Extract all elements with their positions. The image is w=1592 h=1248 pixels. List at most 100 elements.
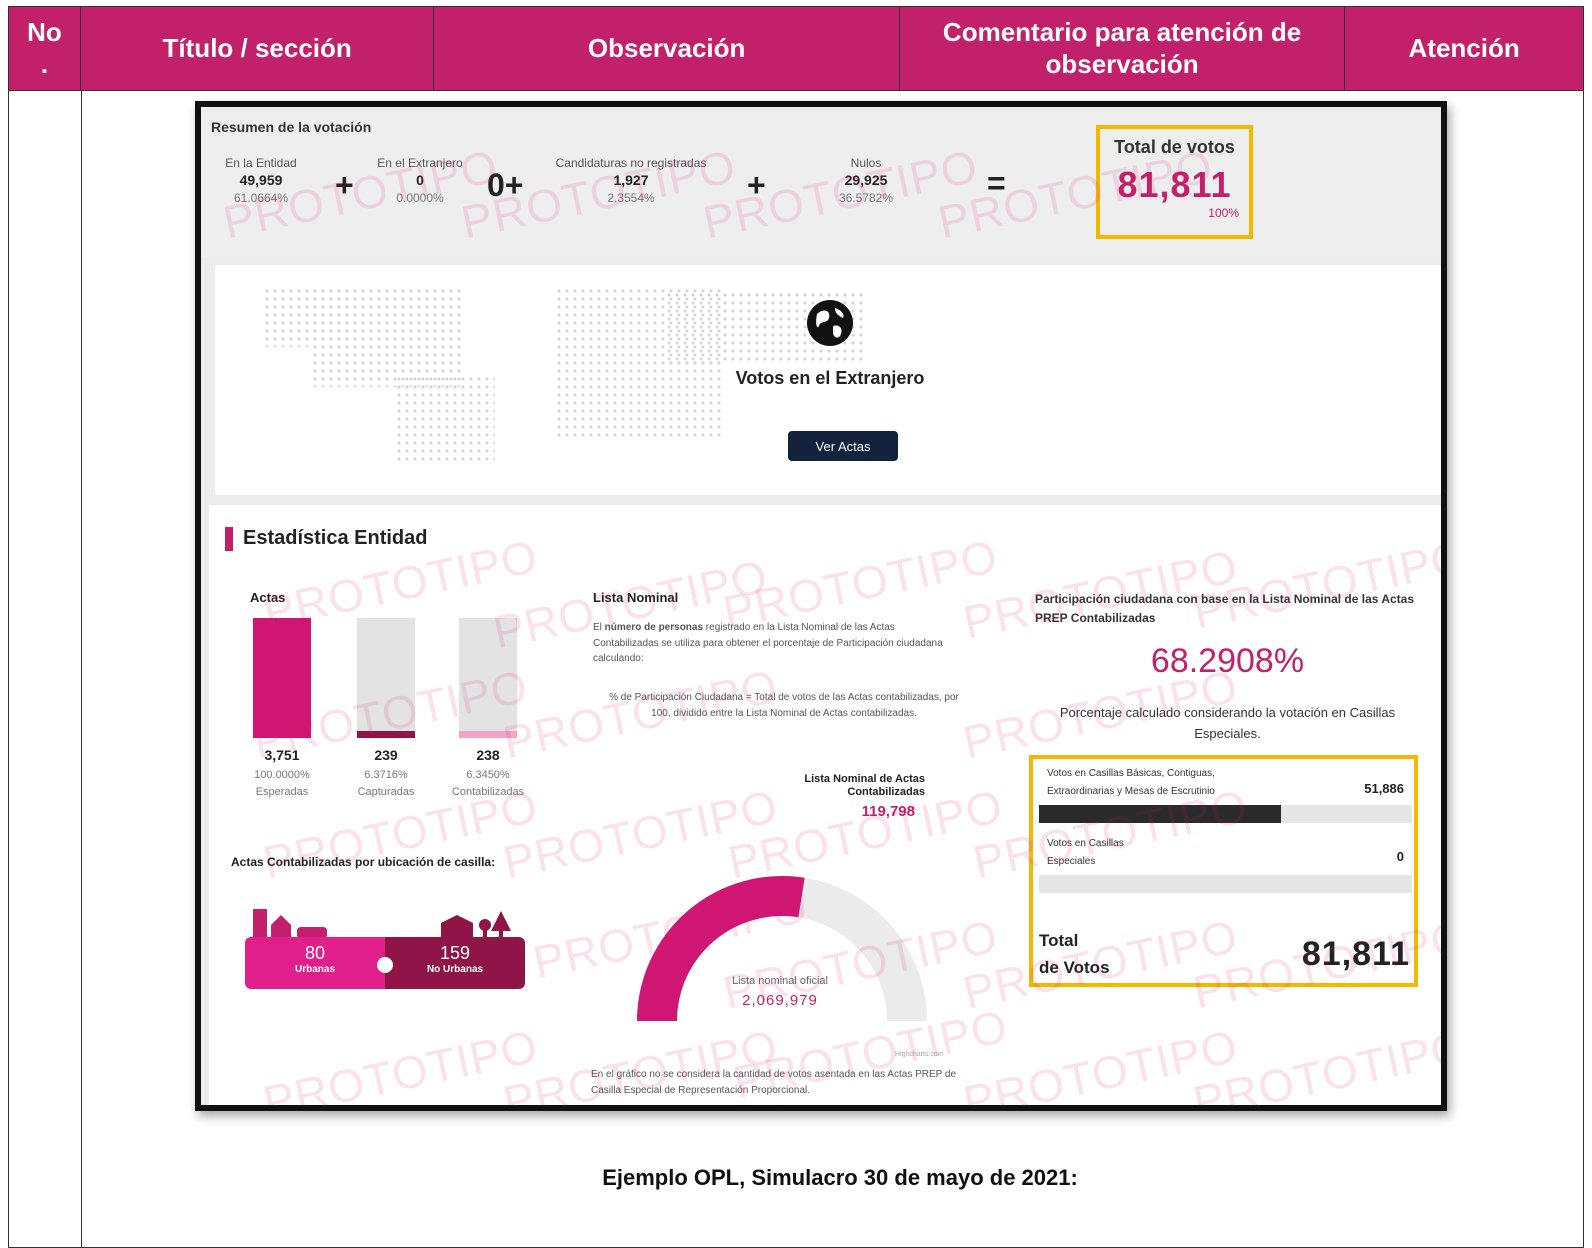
estadistica-entidad-panel: Estadística Entidad Actas 3,751 100.0000%…	[209, 505, 1441, 1105]
resumen-extranjero-pct: 0.0000%	[396, 191, 444, 206]
equals-icon: =	[987, 165, 1006, 201]
actas-bar-name: Capturadas	[357, 785, 415, 798]
actas-bar-label: 238 6.3450% Contabilizadas	[438, 745, 538, 801]
total-votos-label: Total de votos	[1114, 137, 1235, 157]
table-header-row: No . Título / sección Observación Coment…	[9, 7, 1583, 91]
lista-contabilizadas-label: Lista Nominal de Actas Contabilizadas	[804, 773, 925, 799]
resumen-votacion-panel: Resumen de la votación En la Entidad 49,…	[201, 107, 1441, 257]
votos-casillas-highlight: Votos en Casillas Básicas, Contiguas, Ex…	[1029, 755, 1418, 987]
column-divider	[81, 91, 82, 1248]
participacion-pct: 68.2908%	[1150, 642, 1305, 680]
participacion-formula: % de Participación Ciudadana = Total de …	[609, 692, 959, 719]
plus-icon: +	[747, 167, 766, 203]
total-votos-value: 81,811	[1117, 164, 1232, 205]
participacion-title: Participación ciudadana con base en la L…	[1035, 592, 1415, 625]
resumen-entidad: En la Entidad 49,959 61.0664%	[211, 155, 311, 206]
actas-bar-value: 3,751	[264, 747, 300, 763]
resumen-no-registradas-pct: 2.3554%	[607, 191, 655, 206]
votos-extranjero-panel: Votos en el Extranjero Ver Actas	[215, 265, 1441, 495]
lista-nominal-note: En el gráfico no se considera la cantida…	[591, 1069, 957, 1096]
urbanas-value: 80	[304, 943, 326, 963]
participacion-note: Porcentaje calculado considerando la vot…	[1059, 705, 1396, 741]
lista-nominal-description: El número de personas registrado en la L…	[593, 620, 963, 667]
total-votos-highlight: Total de votos 81,811 100%	[1096, 125, 1253, 239]
no-urbanas-value: 159	[439, 943, 471, 963]
actas-bar-fill	[253, 618, 311, 738]
no-urbanas-label: No Urbanas	[426, 964, 484, 975]
especiales-label: Votos en Casillas Especiales	[1047, 838, 1124, 867]
extranjero-title: Votos en el Extranjero	[735, 368, 925, 388]
basicas-progress	[1039, 805, 1412, 823]
especiales-progress	[1039, 875, 1412, 893]
total-votos-block-label: Total de Votos	[1039, 927, 1110, 981]
actas-label: Actas	[250, 590, 286, 605]
figure-caption: Ejemplo OPL, Simulacro 30 de mayo de 202…	[602, 1165, 1078, 1190]
total-votos-pct: 100%	[1208, 206, 1239, 220]
lista-oficial-value: 2,069,979	[742, 992, 818, 1009]
basicas-value: 51,886	[1364, 781, 1404, 796]
actas-bar-pct: 6.3716%	[364, 768, 408, 781]
resumen-nulos-label: Nulos	[850, 156, 882, 170]
actas-bar-fill	[459, 730, 517, 738]
actas-bar-name: Esperadas	[255, 785, 309, 798]
ver-actas-button[interactable]: Ver Actas	[788, 431, 898, 461]
resumen-extranjero: En el Extranjero 0 0.0000%	[365, 155, 475, 206]
estadistica-title: Estadística Entidad	[225, 527, 428, 551]
lista-contabilizadas-value: 119,798	[861, 803, 915, 820]
resumen-nulos: Nulos 29,925 36.5782%	[821, 155, 911, 206]
actas-bar	[357, 618, 415, 738]
chart-credit-link[interactable]: Highcharts.com	[895, 1051, 944, 1058]
resumen-nulos-pct: 36.5782%	[838, 191, 894, 206]
header-no-dot: .	[40, 48, 49, 79]
actas-bar-label: 239 6.3716% Capturadas	[336, 745, 436, 801]
lista-p1-bold: número de personas	[604, 622, 704, 633]
resumen-entidad-value: 49,959	[239, 172, 283, 189]
basicas-progress-fill	[1039, 805, 1282, 823]
resumen-entidad-pct: 61.0664%	[233, 191, 289, 206]
world-map-dots	[311, 287, 461, 387]
actas-bar-label: 3,751 100.0000% Esperadas	[232, 745, 332, 801]
header-no-label: No	[27, 17, 62, 48]
actas-bar-pct: 100.0000%	[254, 768, 310, 781]
ubicacion-casilla-widget: 80 Urbanas 159 No Urbanas	[245, 903, 525, 995]
resumen-extranjero-value: 0	[416, 172, 424, 189]
urbanas-label: Urbanas	[294, 964, 335, 975]
resumen-no-registradas-label: Candidaturas no registradas	[555, 156, 707, 170]
actas-bar-value: 239	[374, 747, 398, 763]
lista-p1-a: El	[593, 622, 605, 633]
lista-nominal-title: Lista Nominal	[593, 590, 679, 605]
actas-bar	[459, 618, 517, 738]
zero-plus-icon: 0+	[487, 167, 524, 203]
basicas-label: Votos en Casillas Básicas, Contiguas, Ex…	[1047, 768, 1215, 797]
resumen-nulos-value: 29,925	[844, 172, 888, 189]
actas-bar-name: Contabilizadas	[451, 785, 525, 798]
resumen-no-registradas-value: 1,927	[613, 172, 649, 189]
resumen-no-registradas: Candidaturas no registradas 1,927 2.3554…	[541, 155, 721, 206]
prep-screenshot: Resumen de la votación En la Entidad 49,…	[195, 101, 1447, 1111]
lista-oficial-label: Lista nominal oficial	[732, 975, 828, 987]
total-votos-block-value: 81,811	[1301, 935, 1410, 973]
urban-rural-icons	[253, 909, 511, 939]
actas-bar-fill	[357, 730, 415, 738]
header-titulo: Título / sección	[81, 7, 435, 90]
resumen-extranjero-label: En el Extranjero	[377, 156, 463, 170]
no-urbanas-box: 159 No Urbanas	[385, 937, 525, 989]
world-map-dots	[395, 375, 495, 465]
actas-bar	[253, 618, 311, 738]
actas-bar-value: 238	[476, 747, 500, 763]
total-label-line1: Total	[1039, 931, 1079, 950]
urbanas-box: 80 Urbanas	[245, 937, 385, 989]
ubicacion-title: Actas Contabilizadas por ubicación de ca…	[231, 855, 496, 869]
header-comentario: Comentario para atención de observación	[900, 7, 1346, 90]
resumen-entidad-label: En la Entidad	[225, 156, 297, 170]
actas-bar-pct: 6.3450%	[466, 768, 510, 781]
especiales-value: 0	[1396, 849, 1404, 864]
header-atencion: Atención	[1408, 32, 1520, 63]
resumen-title: Resumen de la votación	[211, 119, 372, 135]
plus-icon: +	[335, 167, 354, 203]
header-no: No .	[9, 7, 81, 90]
divider-dot	[377, 957, 393, 973]
total-label-line2: de Votos	[1039, 958, 1110, 978]
header-observacion: Observación	[434, 7, 900, 90]
globe-icon	[807, 300, 853, 346]
